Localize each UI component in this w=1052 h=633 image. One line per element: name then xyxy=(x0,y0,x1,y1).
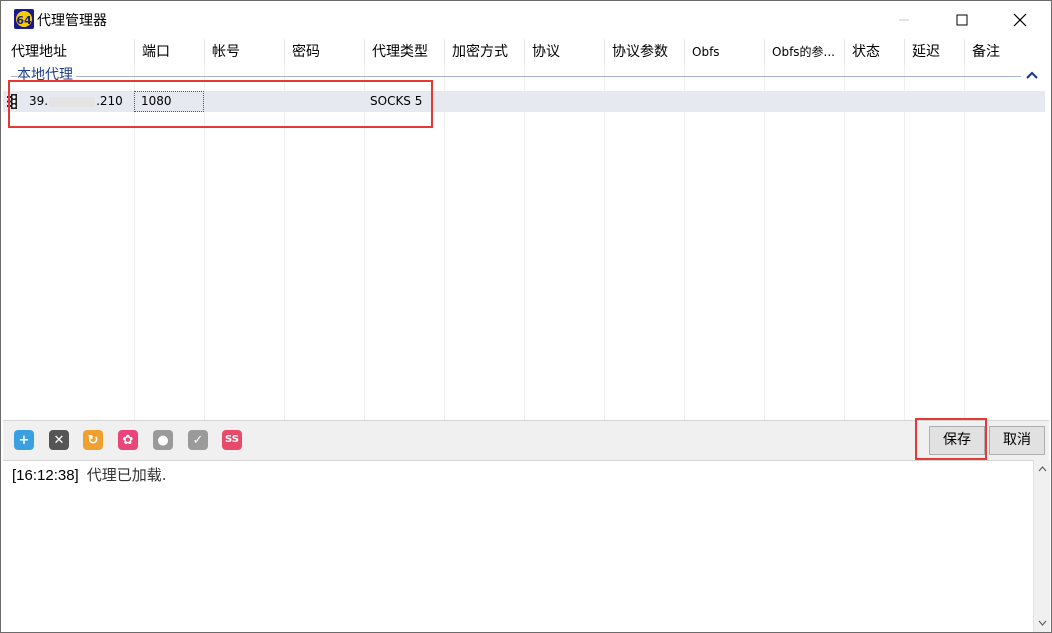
column-header-encryption[interactable]: 加密方式 xyxy=(444,39,524,65)
ss-icon[interactable]: SS xyxy=(222,430,242,450)
scroll-down-icon[interactable] xyxy=(1034,614,1051,631)
proxy-list[interactable]: 代理地址 端口 帐号 密码 代理类型 加密方式 协议 协议参数 Obfs Obf… xyxy=(3,39,1049,420)
app-icon: 64 xyxy=(14,9,34,29)
delete-icon[interactable]: ✕ xyxy=(49,430,69,450)
scroll-up-icon[interactable] xyxy=(1034,460,1051,477)
window-title: 代理管理器 xyxy=(37,13,107,29)
column-header-status[interactable]: 状态 xyxy=(844,39,904,65)
log-message: 代理已加载. xyxy=(86,466,167,484)
column-header-protocol-params[interactable]: 协议参数 xyxy=(604,39,684,65)
table-row[interactable]: 39. .210 1080 SOCKS 5 xyxy=(3,91,1045,112)
cell-obfs xyxy=(684,91,764,112)
add-icon[interactable]: + xyxy=(14,430,34,450)
grid-line xyxy=(684,65,685,420)
cell-obfs-params xyxy=(764,91,844,112)
cell-note xyxy=(964,91,1044,112)
grid-line xyxy=(134,65,135,420)
column-header-obfs-params[interactable]: Obfs的参... xyxy=(764,39,844,65)
group-divider xyxy=(11,76,1021,77)
log-timestamp: [16:12:38] xyxy=(12,467,79,484)
lightbulb-icon[interactable]: ● xyxy=(153,430,173,450)
close-button[interactable] xyxy=(997,1,1043,38)
column-header-obfs[interactable]: Obfs xyxy=(684,39,764,65)
cell-type: SOCKS 5 xyxy=(370,94,423,108)
grid-line xyxy=(604,65,605,420)
address-prefix: 39. xyxy=(29,94,49,108)
grid-line xyxy=(444,65,445,420)
grid-line xyxy=(764,65,765,420)
grid-line xyxy=(204,65,205,420)
cell-account xyxy=(204,91,284,112)
cell-latency xyxy=(904,91,964,112)
grid-line xyxy=(844,65,845,420)
column-header-address[interactable]: 代理地址 xyxy=(3,39,134,65)
save-button[interactable]: 保存 xyxy=(929,426,985,455)
svg-text:64: 64 xyxy=(16,14,32,27)
grid-line xyxy=(524,65,525,420)
cell-password xyxy=(284,91,364,112)
cancel-button[interactable]: 取消 xyxy=(989,426,1045,455)
close-icon xyxy=(1013,13,1027,26)
column-header-password[interactable]: 密码 xyxy=(284,39,364,65)
cell-encryption xyxy=(444,91,524,112)
log-entry: [16:12:38] 代理已加载. xyxy=(12,465,167,486)
column-header-note[interactable]: 备注 xyxy=(964,39,1044,65)
cell-port: 1080 xyxy=(134,91,204,112)
refresh-icon[interactable]: ↻ xyxy=(83,430,103,450)
redacted-mask xyxy=(49,96,96,107)
bottom-toolbar: + ✕ ↻ ✿ ● ✓ SS 保存 取消 xyxy=(3,420,1049,460)
log-scrollbar[interactable] xyxy=(1033,460,1050,632)
minimize-button[interactable] xyxy=(881,1,927,38)
column-header-type[interactable]: 代理类型 xyxy=(364,39,444,65)
grid-line xyxy=(364,65,365,420)
log-panel[interactable]: [16:12:38] 代理已加载. xyxy=(3,460,1033,632)
minimize-icon xyxy=(899,19,909,20)
grid-line xyxy=(904,65,905,420)
column-header-protocol[interactable]: 协议 xyxy=(524,39,604,65)
check-icon[interactable]: ✓ xyxy=(188,430,208,450)
title-bar: 64 代理管理器 xyxy=(1,1,1051,38)
cell-address: 39. .210 xyxy=(23,91,134,112)
grid-line xyxy=(284,65,285,420)
collapse-group-icon[interactable] xyxy=(1025,69,1039,81)
cell-protocol xyxy=(524,91,604,112)
grid-line xyxy=(964,65,965,420)
maximize-icon xyxy=(956,14,968,25)
cell-protocol-params xyxy=(604,91,684,112)
cell-status xyxy=(844,91,904,112)
column-header-port[interactable]: 端口 xyxy=(134,39,204,65)
column-header-account[interactable]: 帐号 xyxy=(204,39,284,65)
maximize-button[interactable] xyxy=(939,1,985,38)
proxy-status-icon xyxy=(7,94,17,109)
settings-icon[interactable]: ✿ xyxy=(118,430,138,450)
address-suffix: .210 xyxy=(96,94,123,108)
proxy-manager-window: 64 代理管理器 代理地址 端口 帐号 密码 代理类型 加密方式 协议 协议参数… xyxy=(0,0,1052,633)
group-header-local-proxy[interactable]: 本地代理 xyxy=(17,67,76,83)
column-header-latency[interactable]: 延迟 xyxy=(904,39,964,65)
